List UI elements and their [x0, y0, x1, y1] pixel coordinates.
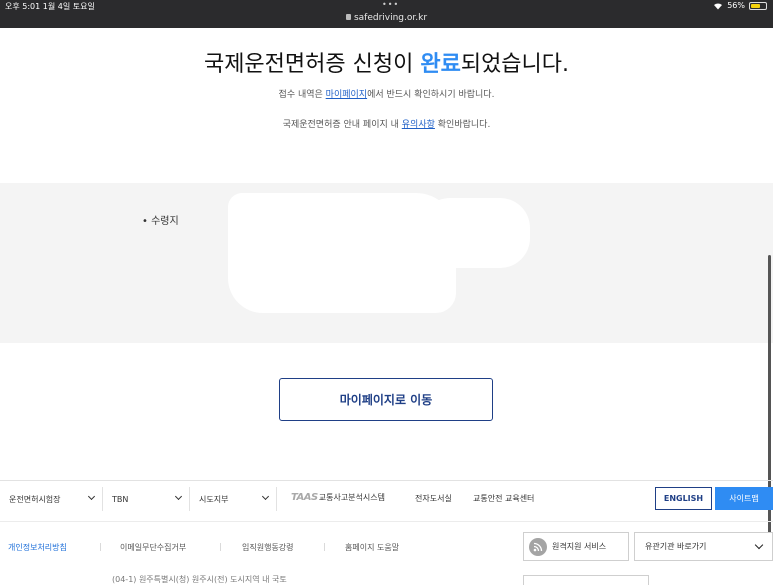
notice-text: 접수 내역은 [278, 90, 326, 100]
lock-icon [345, 14, 351, 20]
remote-support-button[interactable]: 원격지원 서비스 [523, 532, 629, 561]
status-indicators: 56% [713, 1, 767, 10]
chevron-down-icon [87, 492, 96, 501]
mypage-link[interactable]: 마이페이지 [326, 90, 367, 100]
tab-dots-icon[interactable]: ••• [382, 0, 399, 9]
footer-divider [0, 480, 773, 481]
email-refusal-link[interactable]: 이메일무단수집거부 [120, 542, 186, 553]
link-separator: | [323, 542, 326, 551]
status-time: 오후 5:01 1월 4일 토요일 [5, 2, 95, 11]
select-branch[interactable]: 시도지부 [190, 487, 277, 511]
caution-text-after: 확인바랍니다. [434, 120, 491, 130]
select-label: 운전면허시험장 [9, 494, 61, 504]
caution-text: 국제운전면허증 안내 페이지 내 [282, 120, 402, 130]
select-label: TBN [112, 494, 129, 504]
notice-text-after: 에서 반드시 확인하시기 바랍니다. [367, 90, 495, 100]
related-sites-label: 유관기관 바로가기 [645, 542, 707, 551]
chevron-down-icon [261, 492, 270, 501]
address-bar[interactable]: safedriving.or.kr [0, 13, 773, 23]
e-library-link[interactable]: 전자도서실 [415, 493, 452, 504]
wifi-icon [714, 2, 723, 10]
chevron-down-icon [174, 492, 183, 501]
footer-divider-2 [0, 521, 773, 522]
mypage-notice: 접수 내역은 마이페이지에서 반드시 확인하시기 바랍니다. [0, 87, 773, 100]
caution-notice: 국제운전면허증 안내 페이지 내 유의사항 확인바랍니다. [0, 117, 773, 130]
address-url: safedriving.or.kr [353, 13, 428, 23]
sitemap-button[interactable]: 사이트맵 [715, 487, 773, 510]
english-button[interactable]: ENGLISH [655, 487, 712, 510]
select-license-test-center[interactable]: 운전면허시험장 [0, 487, 103, 511]
chevron-down-icon [754, 540, 764, 550]
battery-icon [749, 1, 767, 10]
redacted-area [228, 193, 456, 313]
receive-location-label: • 수령지 [142, 216, 179, 227]
link-separator: | [219, 542, 222, 551]
link-separator: | [99, 542, 102, 551]
title-text-after: 되었습니다. [460, 52, 570, 77]
code-of-conduct-link[interactable]: 임직원행동강령 [242, 542, 294, 553]
caution-link[interactable]: 유의사항 [402, 120, 435, 130]
title-text-before: 국제운전면허증 신청이 [203, 52, 421, 77]
taas-label: 교통사고분석시스템 [318, 493, 385, 502]
go-to-mypage-button[interactable]: 마이페이지로 이동 [279, 378, 493, 421]
select-label: 시도지부 [199, 494, 229, 504]
footer-box-cut [523, 575, 649, 585]
redacted-area-extra [420, 198, 530, 268]
remote-support-label: 원격지원 서비스 [552, 542, 607, 551]
help-link[interactable]: 홈페이지 도움말 [345, 542, 399, 553]
rss-icon [529, 537, 547, 556]
status-bar: 오후 5:01 1월 4일 토요일 ••• safedriving.or.kr … [0, 0, 773, 28]
title-highlight: 완료 [420, 52, 461, 77]
select-tbn[interactable]: TBN [103, 487, 190, 511]
page-title: 국제운전면허증 신청이 완료되었습니다. [0, 46, 773, 78]
related-sites-select[interactable]: 유관기관 바로가기 [634, 532, 773, 561]
privacy-policy-link[interactable]: 개인정보처리방침 [8, 542, 67, 553]
safety-education-link[interactable]: 교통안전 교육센터 [473, 493, 534, 504]
battery-percent: 56% [727, 1, 745, 10]
taas-link[interactable]: TAAS 교통사고분석시스템 [291, 492, 385, 503]
taas-logo: TAAS [291, 492, 318, 503]
